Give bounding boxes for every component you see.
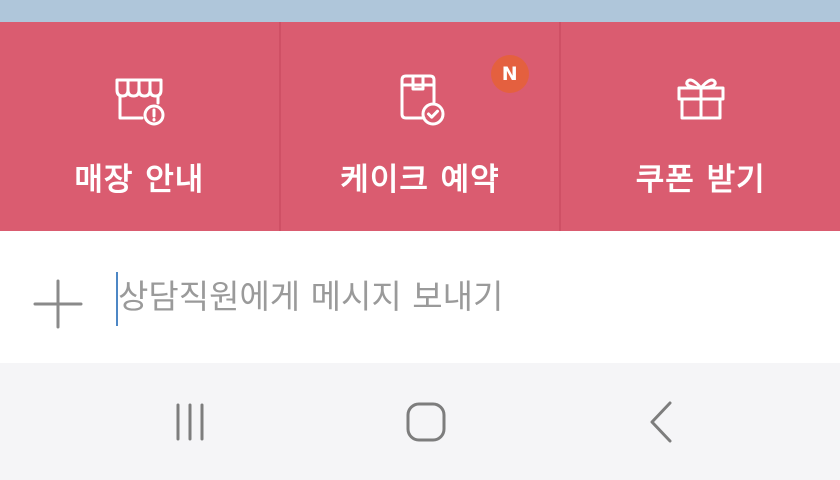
recent-apps-button[interactable] <box>120 363 260 480</box>
store-info-icon <box>115 78 165 126</box>
quick-menu-bar: 매장 안내 케이크 예약 N 쿠폰 받기 <box>0 22 840 231</box>
menu-item-label: 매장 안내 <box>74 162 205 198</box>
back-icon <box>650 401 672 442</box>
system-navigation-bar <box>0 363 840 480</box>
gift-icon <box>677 78 725 120</box>
home-button[interactable] <box>356 363 496 480</box>
recent-apps-icon <box>176 403 204 440</box>
back-button[interactable] <box>592 363 732 480</box>
home-icon <box>406 402 446 441</box>
menu-item-store-info[interactable]: 매장 안내 <box>0 22 279 231</box>
menu-item-label: 쿠폰 받기 <box>635 162 766 198</box>
message-input[interactable] <box>116 265 808 327</box>
cake-reservation-icon <box>400 74 445 126</box>
menu-item-label: 케이크 예약 <box>340 162 500 198</box>
plus-icon[interactable] <box>28 274 88 334</box>
new-badge: N <box>490 55 529 93</box>
chat-input-bar <box>0 231 840 363</box>
status-bar-strip <box>0 0 840 22</box>
menu-item-cake-reservation[interactable]: 케이크 예약 N <box>278 22 560 231</box>
text-cursor <box>116 272 118 326</box>
menu-item-coupon[interactable]: 쿠폰 받기 <box>559 22 840 231</box>
